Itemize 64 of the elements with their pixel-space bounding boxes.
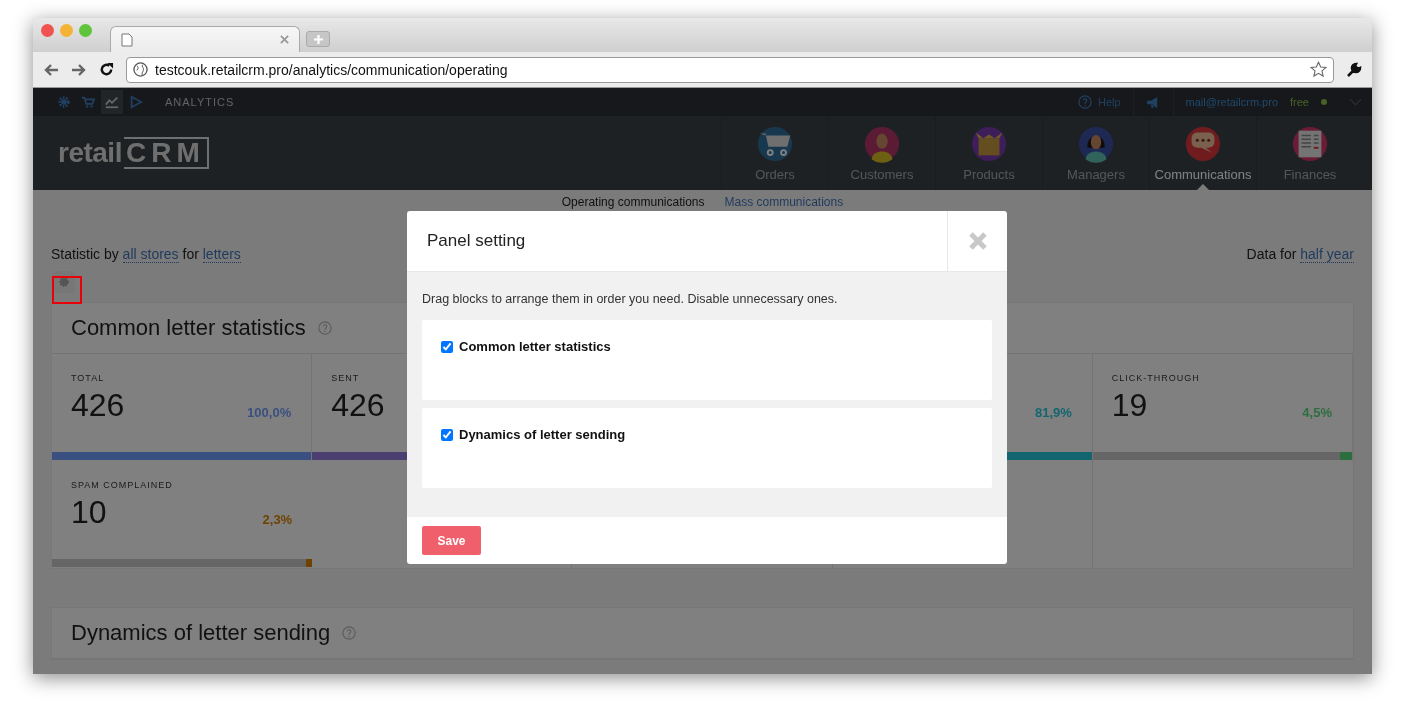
metric-label: SPAM COMPLAINED [71,480,173,490]
close-tab-icon[interactable] [280,35,289,44]
person-icon [863,125,901,163]
plus-icon [313,34,323,44]
chat-bubble-icon [1184,125,1222,163]
metric-percent: 100,0% [247,405,292,420]
block-label: Dynamics of letter sending [459,427,626,442]
panel-title: Common letter statistics [71,315,306,341]
help-icon[interactable] [342,626,357,640]
dialog-title: Panel setting [426,231,526,251]
metric-percent: 2,3% [262,512,293,527]
section-title: ANALYTICS [165,96,235,108]
close-window-button[interactable] [41,24,54,37]
panel-title: Dynamics of letter sending [71,620,331,646]
panel-block[interactable]: Common letter statistics [422,320,992,400]
help-icon [1077,95,1092,109]
user-email[interactable]: mail@retailcrm.pro [1185,96,1279,108]
plan-label: free [1290,96,1309,108]
status-dot [1321,99,1327,105]
metric-value: 426 [331,387,385,424]
globe-icon [133,62,148,77]
page-icon [121,32,133,47]
active-tab-pointer [1197,184,1209,190]
document-icon [1291,125,1329,163]
metric-value: 426 [71,387,125,424]
period-link[interactable]: half year [1300,246,1354,263]
metric-percent: 4,5% [1302,405,1332,420]
settings-icon [58,276,70,288]
metric-label: TOTAL [71,373,105,383]
metric-label: SENT [331,373,360,383]
store-link[interactable]: all stores [122,246,179,263]
logo[interactable]: retail CRM [33,116,209,190]
checkbox[interactable] [441,428,453,441]
channel-link[interactable]: letters [202,246,241,263]
person-icon [1077,125,1115,163]
panel-block[interactable]: Dynamics of letter sending [422,408,992,488]
cart-icon [756,125,794,163]
filter-sentence: Statistic by all stores for letters [51,246,241,262]
metric-value: 10 [71,494,107,531]
help-link[interactable]: Help [1077,95,1121,109]
zoom-window-button[interactable] [79,24,92,37]
nav-tab[interactable]: Communications [1149,116,1256,190]
forward-icon[interactable] [71,62,87,77]
dialog-hint: Drag blocks to arrange them in order you need. Disable unnecessary ones. [422,292,839,306]
metric-value: 19 [1111,387,1148,424]
block-label: Common letter statistics [459,339,611,354]
back-icon[interactable] [43,62,59,77]
minimize-window-button[interactable] [60,24,73,37]
wrench-icon[interactable] [1346,61,1362,78]
save-button[interactable]: Save [422,526,481,555]
help-icon[interactable] [317,321,332,335]
bookmark-star-icon[interactable] [1310,61,1327,78]
close-icon [967,231,988,251]
highlight-frame [52,276,82,304]
box-icon [970,125,1008,163]
reload-icon[interactable] [99,62,114,77]
metric-label: CLICK-THROUGH [1111,373,1200,383]
checkbox[interactable] [441,340,453,353]
new-tab-button[interactable] [306,31,330,47]
period-sentence: Data for half year [1246,246,1354,262]
address-bar[interactable]: testcouk.retailcrm.pro/analytics/communication/operating [126,56,1334,83]
browser-tab[interactable] [110,26,300,52]
url-text: testcouk.retailcrm.pro/analytics/communication/operating [155,61,509,78]
metric-percent: 81,9% [1034,405,1072,420]
